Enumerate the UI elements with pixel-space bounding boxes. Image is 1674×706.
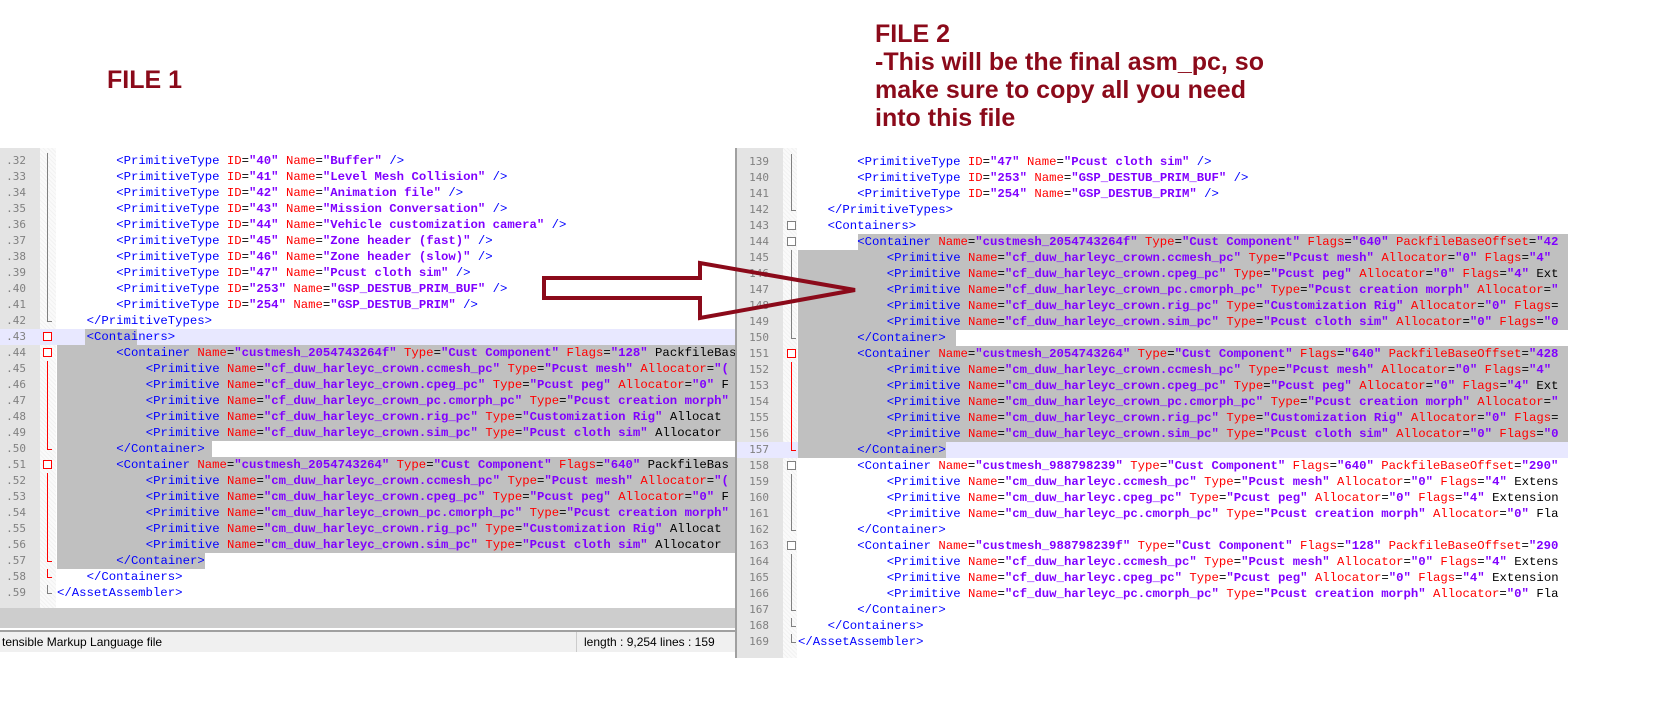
arrow-shape xyxy=(542,260,856,321)
arrow-icon xyxy=(542,260,856,321)
